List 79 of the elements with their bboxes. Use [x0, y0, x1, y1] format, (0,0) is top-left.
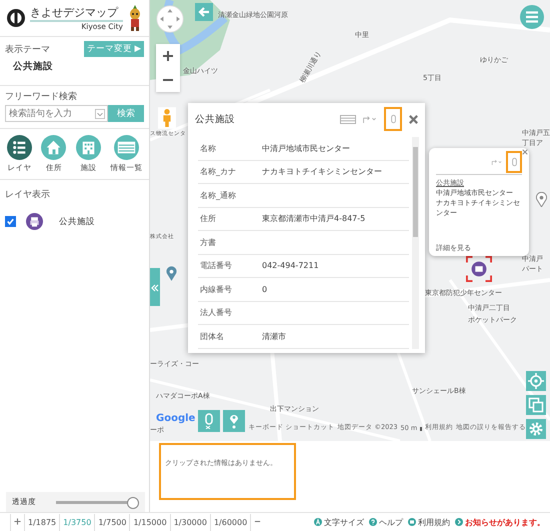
- scale-option[interactable]: 1/7500: [94, 514, 130, 530]
- table-icon[interactable]: [340, 114, 356, 124]
- attribute-name: 電話番号: [199, 260, 233, 272]
- collapse-panel-button[interactable]: [150, 268, 160, 306]
- mascot-icon: [127, 5, 143, 31]
- clip-icon: [512, 157, 516, 167]
- table-icon: [114, 135, 139, 160]
- attribute-name: 住所: [199, 213, 217, 224]
- settings-button[interactable]: [526, 419, 546, 439]
- help-link[interactable]: ヘルプ: [369, 516, 403, 528]
- document-icon: [408, 518, 416, 526]
- settings-icon: [528, 421, 544, 437]
- search-label: フリーワード検索: [5, 90, 78, 103]
- scale-option[interactable]: 1/15000: [129, 514, 170, 530]
- route-icon[interactable]: [362, 114, 378, 124]
- attribute-name: 方書: [199, 236, 217, 248]
- map-pin-icon: [228, 413, 240, 429]
- list-icon: [6, 135, 32, 160]
- attribute-name: 名称: [199, 142, 217, 154]
- chevron-right-icon: [455, 518, 463, 526]
- attribute-value: 042-494-7211: [262, 261, 319, 270]
- close-icon[interactable]: [408, 114, 419, 124]
- zoom-in-button[interactable]: [156, 44, 180, 68]
- notice-link[interactable]: お知らせがあります。: [455, 516, 545, 528]
- crosshair-icon: [528, 373, 544, 389]
- layers-title: レイヤ表示: [5, 188, 51, 201]
- printer-icon: [26, 213, 43, 230]
- attribute-name: 団体名: [199, 330, 225, 342]
- left-arrow-icon: [197, 5, 211, 19]
- clip-toggle-button[interactable]: [506, 151, 522, 173]
- menu-icon: [525, 11, 539, 23]
- plus-icon: [14, 518, 21, 524]
- theme-value: 公共施設: [12, 60, 54, 74]
- pan-control-icon[interactable]: [156, 5, 184, 33]
- pegman-icon[interactable]: [158, 107, 176, 129]
- attribute-value: 中清戸地域市民センター: [262, 142, 350, 154]
- clip-icon: [203, 413, 216, 429]
- help-icon: [369, 518, 377, 526]
- attribute-name: 名称_カナ: [199, 166, 237, 178]
- scale-bar: [420, 427, 422, 431]
- google-logo: Google: [156, 413, 196, 424]
- theme-label: 表示テーマ: [5, 44, 50, 56]
- layer-name: 公共施設: [59, 216, 95, 228]
- attribute-name: 名称_通称: [199, 190, 237, 201]
- building-icon: [76, 135, 101, 160]
- scale-option[interactable]: 1/30000: [170, 514, 210, 530]
- scale-option[interactable]: 1/60000: [210, 514, 250, 530]
- clip-button[interactable]: [198, 410, 220, 432]
- house-icon: [41, 135, 66, 160]
- back-button[interactable]: [195, 3, 213, 21]
- zoom-out-button[interactable]: [156, 68, 180, 92]
- attribute-value: ナカキヨトチイキシミンセンター: [262, 166, 382, 178]
- pin-icon[interactable]: [166, 266, 177, 281]
- attribute-value: 清瀬市: [262, 330, 286, 342]
- slider-thumb[interactable]: [127, 496, 139, 508]
- layers-button[interactable]: [526, 395, 546, 415]
- pin-icon[interactable]: [536, 192, 547, 207]
- scrollbar[interactable]: [412, 137, 419, 348]
- overlap-squares-icon: [528, 397, 544, 413]
- plus-icon: [162, 50, 174, 62]
- marker-button[interactable]: [223, 410, 246, 432]
- scale-option[interactable]: 1/1875: [24, 514, 60, 530]
- route-icon[interactable]: [491, 158, 503, 166]
- locate-button[interactable]: [526, 371, 546, 391]
- clip-toggle-button[interactable]: [384, 107, 402, 131]
- close-icon[interactable]: [522, 149, 528, 155]
- letter-a-icon: [314, 518, 322, 526]
- attribute-value: 東京都清瀬市中清戸4-847-5: [262, 213, 366, 224]
- attribute-name: 法人番号: [199, 307, 233, 318]
- app-title: きよせデジマップ: [30, 6, 123, 22]
- emblem-icon: [6, 8, 26, 28]
- layer-checkbox[interactable]: [5, 216, 16, 227]
- facility-marker-icon[interactable]: [466, 256, 492, 282]
- font-link[interactable]: 文字サイズ: [314, 516, 364, 528]
- attribute-value: 0: [262, 284, 268, 294]
- attribute-name: 内線番号: [199, 284, 233, 295]
- terms-link[interactable]: 利用規約: [408, 516, 450, 528]
- popup-title: 公共施設: [195, 112, 236, 126]
- clip-icon: [390, 114, 396, 124]
